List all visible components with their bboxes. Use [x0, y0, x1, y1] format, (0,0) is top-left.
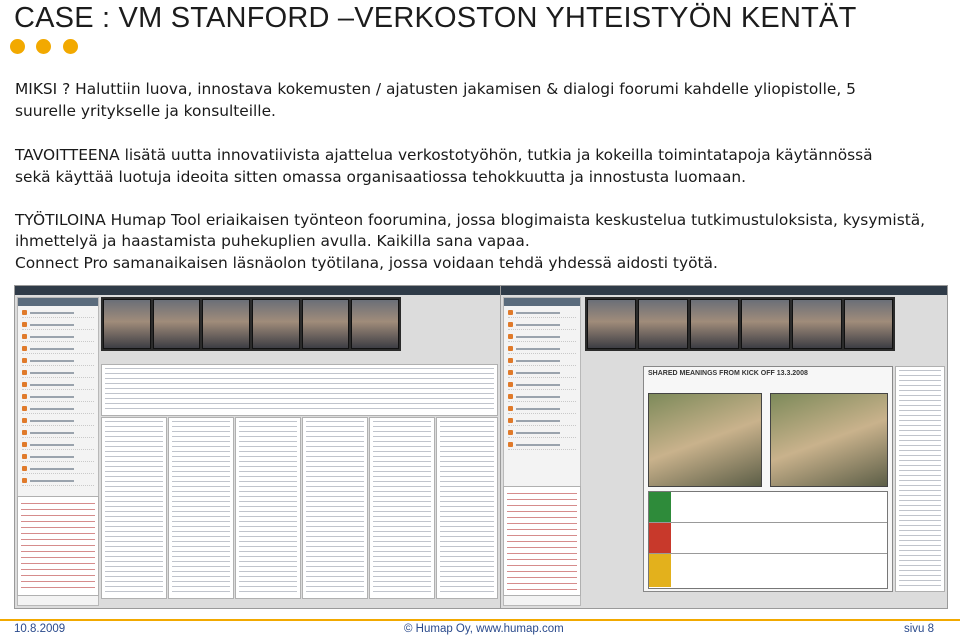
footer-date: 10.8.2009	[14, 623, 66, 635]
note-column-6	[436, 417, 498, 599]
keep-drop-develop-table	[648, 491, 888, 589]
chat-panel	[17, 496, 99, 596]
slide-title: CASE : VM STANFORD –VERKOSTON YHTEISTYÖN…	[14, 2, 857, 34]
note-column-4	[302, 417, 368, 599]
dot-icon	[63, 39, 78, 54]
video-strip	[585, 297, 895, 351]
slide-heading: SHARED MEANINGS FROM KICK OFF 13.3.2008	[648, 370, 808, 377]
note-column-1	[101, 417, 167, 599]
video-strip	[101, 297, 401, 351]
note-column-2	[168, 417, 234, 599]
presentation-slide: SHARED MEANINGS FROM KICK OFF 13.3.2008	[643, 366, 893, 592]
paragraph-tyotiloina-line3: Connect Pro samanaikaisen läsnäolon työt…	[15, 254, 718, 272]
paragraph-tyotiloina-line2: ihmettelyä ja haastamista puhekuplien av…	[15, 232, 530, 250]
photo-right	[770, 393, 888, 487]
paragraph-miksi-line2: suurelle yritykselle ja konsulteille.	[15, 102, 276, 120]
dot-icon	[36, 39, 51, 54]
paragraph-tavoitteena-line2: sekä käyttää luotuja ideoita sitten omas…	[15, 168, 747, 186]
chat-panel	[503, 486, 581, 596]
paragraph-tavoitteena-line1: TAVOITTEENA lisätä uutta innovatiivista …	[15, 146, 873, 164]
note-column-3	[235, 417, 301, 599]
footer-copyright: © Humap Oy, www.humap.com	[404, 623, 564, 635]
paragraph-miksi-line1: MIKSI ? Haluttiin luova, innostava kokem…	[15, 80, 856, 98]
screenshot-shared-meanings: SHARED MEANINGS FROM KICK OFF 13.3.2008	[500, 285, 948, 609]
footer-page-number: sivu 8	[904, 623, 935, 635]
app-menubar	[15, 286, 500, 295]
paragraph-tyotiloina-line1: TYÖTILOINA Humap Tool eriaikaisen työnte…	[15, 211, 926, 229]
question-panel	[101, 364, 498, 416]
note-column-5	[369, 417, 435, 599]
photo-left	[648, 393, 762, 487]
app-menubar	[501, 286, 947, 295]
notes-panel	[895, 366, 945, 592]
footer-divider	[0, 619, 960, 621]
dot-icon	[10, 39, 25, 54]
screenshot-humap-tool	[14, 285, 501, 609]
